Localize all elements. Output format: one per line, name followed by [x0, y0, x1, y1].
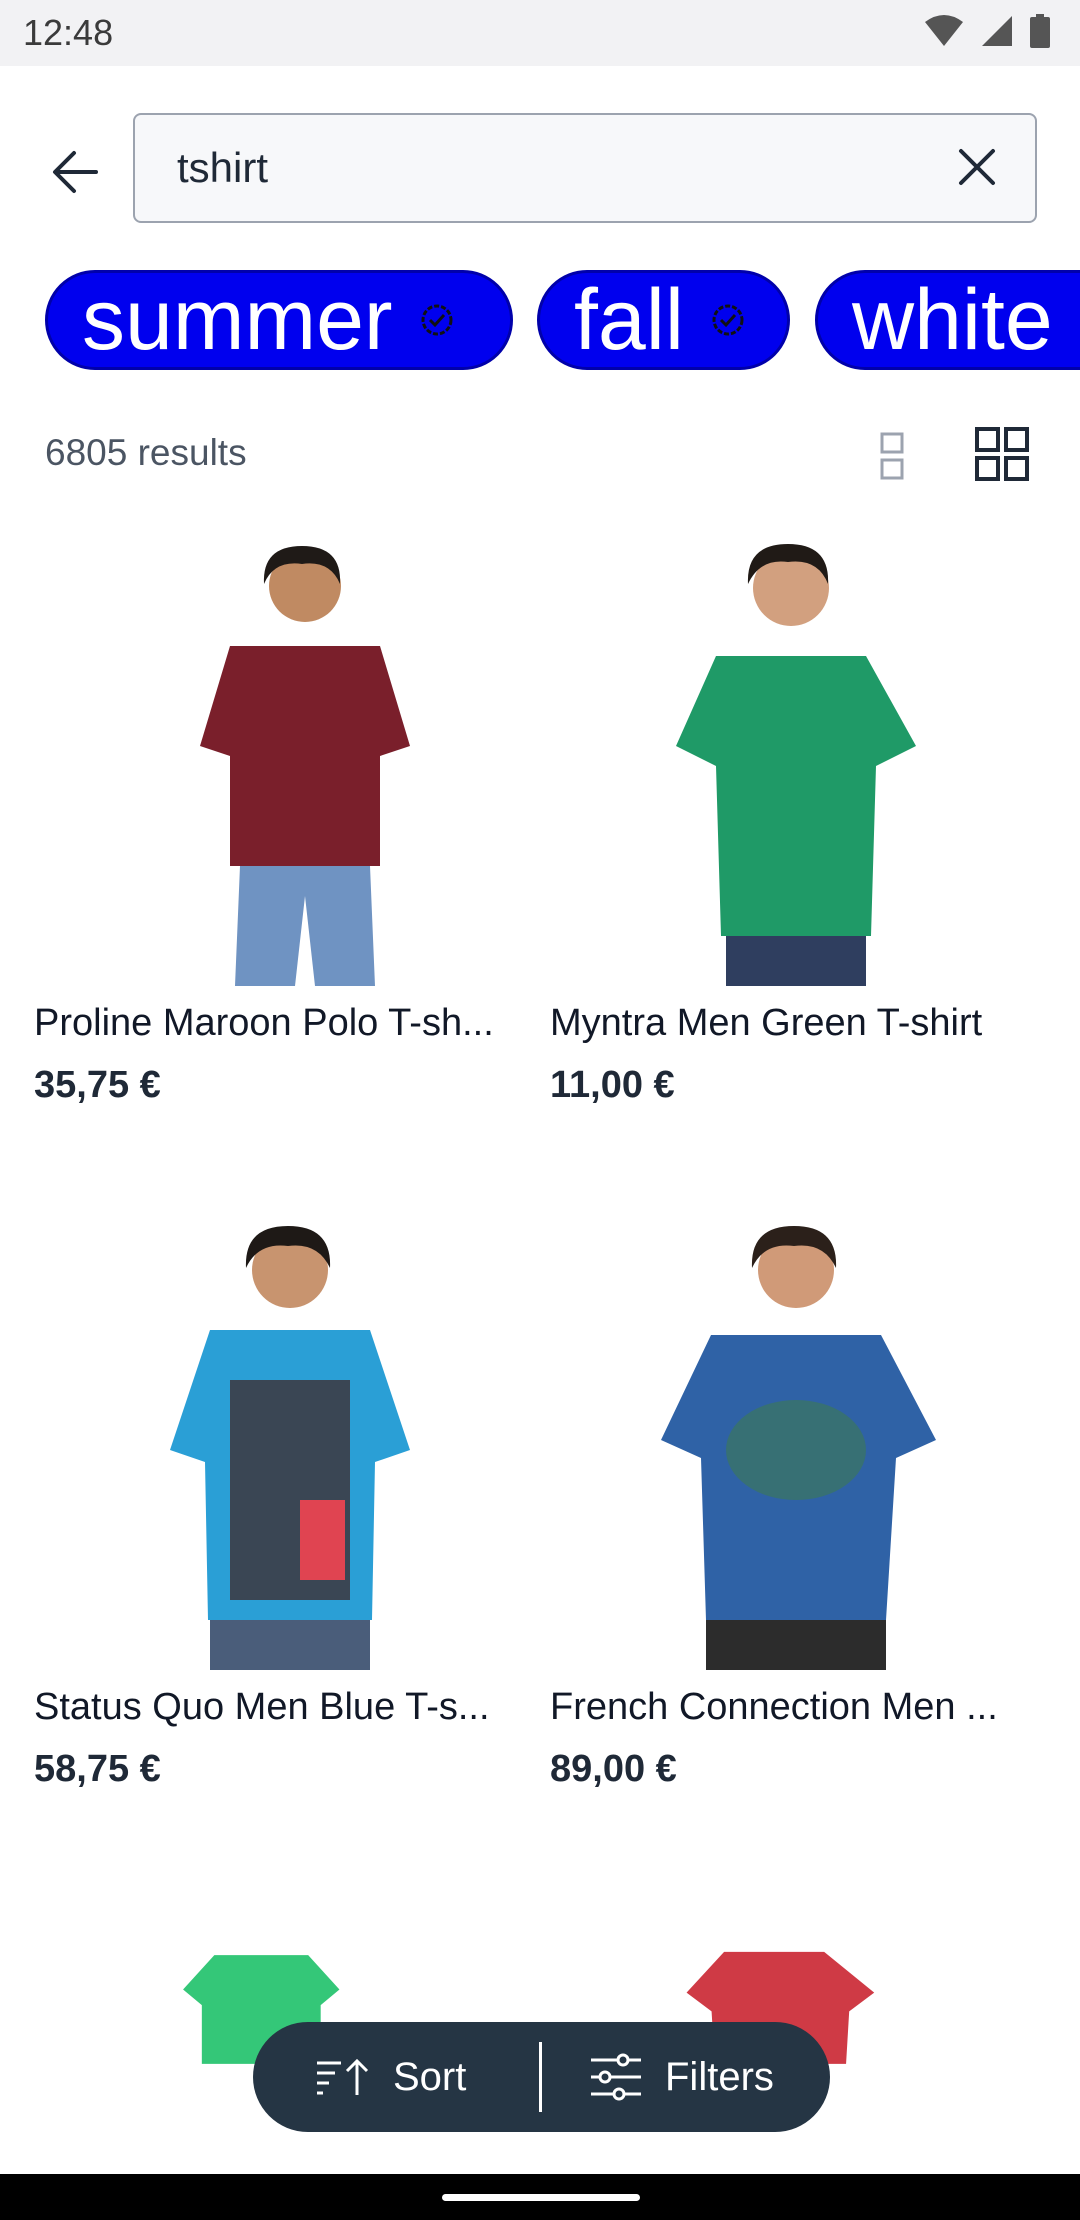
status-bar: 12:48 — [0, 0, 1080, 66]
product-price: 58,75 € — [34, 1748, 161, 1790]
filters-label: Filters — [665, 2054, 774, 2099]
back-button[interactable] — [46, 142, 106, 202]
product-price: 11,00 € — [550, 1064, 675, 1106]
product-name: Myntra Men Green T-shirt — [550, 1002, 983, 1044]
signal-icon — [982, 16, 1012, 46]
grid-view-button[interactable] — [972, 424, 1032, 484]
chip-fall[interactable]: fall — [537, 270, 790, 370]
sort-button[interactable]: Sort — [315, 2022, 466, 2132]
product-name: French Connection Men ... — [550, 1686, 998, 1728]
search-field[interactable] — [133, 113, 1037, 223]
system-navigation-bar — [0, 2174, 1080, 2220]
grid-view-icon — [975, 427, 1029, 481]
chip-white[interactable]: white — [815, 270, 1080, 370]
chip-label: white — [852, 272, 1053, 368]
bar-divider — [539, 2042, 542, 2112]
product-image[interactable] — [516, 516, 1026, 986]
status-icons — [924, 14, 1050, 48]
sort-filter-bar: Sort Filters — [253, 2022, 830, 2132]
close-icon — [959, 149, 995, 185]
product-image[interactable] — [516, 1200, 1026, 1670]
verified-badge-icon — [712, 304, 744, 336]
product-price: 89,00 € — [550, 1748, 677, 1790]
filters-button[interactable]: Filters — [589, 2022, 774, 2132]
verified-badge-icon — [421, 304, 453, 336]
sort-label: Sort — [393, 2054, 467, 2099]
home-handle[interactable] — [442, 2194, 640, 2201]
shirt — [676, 656, 916, 936]
product-image[interactable] — [0, 1200, 510, 1670]
tag-chips: summer fall white — [0, 268, 1080, 378]
results-header: 6805 results — [0, 420, 1080, 490]
wifi-icon — [925, 15, 963, 46]
chip-label: fall — [574, 272, 684, 368]
filters-icon — [591, 2053, 641, 2101]
battery-icon — [1030, 14, 1050, 48]
status-time: 12:48 — [23, 12, 114, 53]
product-name: Status Quo Men Blue T-s... — [34, 1686, 490, 1728]
chip-label: summer — [82, 272, 393, 368]
single-column-view-icon — [880, 432, 904, 480]
product-image[interactable] — [0, 516, 510, 986]
product-price: 35,75 € — [34, 1064, 161, 1106]
search-bar — [0, 112, 1080, 223]
search-input[interactable] — [175, 139, 939, 197]
single-column-view-button[interactable] — [870, 426, 916, 484]
shirt — [200, 646, 410, 866]
sort-icon — [317, 2058, 369, 2095]
product-name: Proline Maroon Polo T-sh... — [34, 1002, 494, 1044]
chip-summer[interactable]: summer — [45, 270, 513, 370]
arrow-left-icon — [53, 151, 98, 193]
results-count: 6805 results — [45, 432, 247, 473]
clear-search-button[interactable] — [955, 145, 999, 189]
